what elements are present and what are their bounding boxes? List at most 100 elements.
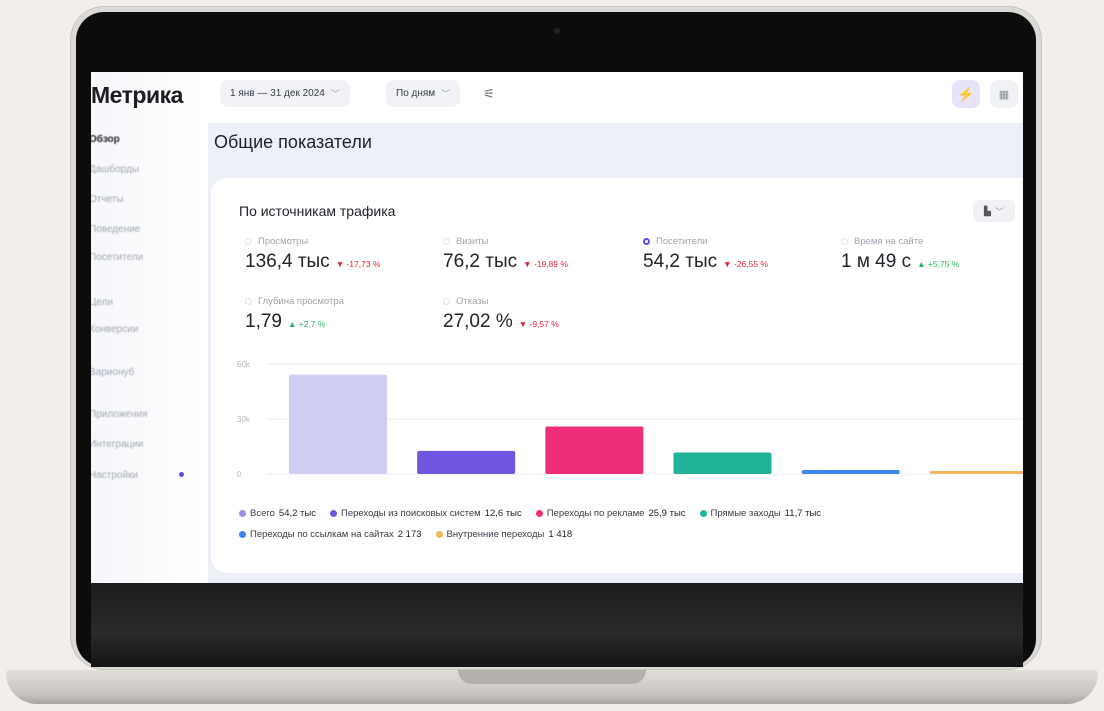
traffic-bar-chart: 60k 30k 0 xyxy=(237,360,1023,479)
main-content: Общие показатели По источникам трафика ▙… xyxy=(208,123,1023,583)
sidebar-item-settings[interactable]: Настройки xyxy=(91,470,138,481)
metric-delta: ▼ -17,73 % xyxy=(335,259,381,269)
metric-value: 54,2 тыс xyxy=(643,251,718,272)
laptop-notch xyxy=(458,670,646,684)
metric-delta: ▼ -26,55 % xyxy=(723,259,768,269)
metric-time-on-site[interactable]: Время на сайте 1 м 49 с ▲ +5,75 % xyxy=(841,236,959,273)
metric-label: Просмотры xyxy=(258,236,309,247)
metric-value: 136,4 тыс xyxy=(245,251,330,272)
sidebar: Метрика Обзор Дашборды Отчеты Поведение … xyxy=(91,72,208,583)
legend-label: Переходы из поисковых систем xyxy=(340,508,481,519)
metric-label: Посетители xyxy=(656,236,708,247)
sidebar-item-reports[interactable]: Отчеты xyxy=(91,194,124,205)
legend-item[interactable]: Переходы по рекламе 25,9 тыс xyxy=(535,508,686,519)
metric-label: Время на сайте xyxy=(854,236,924,247)
app-screen: Метрика Обзор Дашборды Отчеты Поведение … xyxy=(91,72,1023,583)
metric-radio[interactable] xyxy=(443,298,450,305)
legend-label: Прямые заходы xyxy=(710,508,781,519)
legend-dot xyxy=(535,510,543,517)
metric-delta: ▼ -19,89 % xyxy=(523,259,568,269)
legend-dot xyxy=(239,531,246,538)
legend-item[interactable]: Всего 54,2 тыс xyxy=(239,508,316,519)
sidebar-item-goals[interactable]: Цели xyxy=(91,297,113,308)
chevron-down-icon: ﹀ xyxy=(994,206,1004,217)
metric-page-depth[interactable]: Глубина просмотра 1,79 ▲ +2,7 % xyxy=(245,296,344,333)
chart-legend: Всего 54,2 тыс Переходы из поисковых систе… xyxy=(239,508,1019,550)
metric-bounce-rate[interactable]: Отказы 27,02 % ▼ -9,57 % xyxy=(443,296,559,333)
date-range-picker[interactable]: 1 янв — 31 дек 2024 ﹀ xyxy=(220,80,350,107)
metric-radio[interactable] xyxy=(443,238,450,245)
metric-radio[interactable] xyxy=(245,238,252,245)
y-tick-label: 60k xyxy=(237,360,251,369)
legend-item[interactable]: Внутренние переходы 1 418 xyxy=(435,529,573,540)
chevron-down-icon: ﹀ xyxy=(441,89,451,99)
screen-lower-band xyxy=(91,583,1023,667)
metric-pageviews[interactable]: Просмотры 136,4 тыс ▼ -17,73 % xyxy=(245,236,380,273)
metric-value: 76,2 тыс xyxy=(443,251,518,272)
sidebar-item-behavior[interactable]: Поведение xyxy=(91,224,140,235)
legend-value: 25,9 тыс xyxy=(648,508,686,519)
y-tick-label: 0 xyxy=(237,470,242,479)
date-range-label: 1 янв — 31 дек 2024 xyxy=(230,88,325,99)
sliders-icon[interactable]: ⚟ xyxy=(478,80,500,107)
metric-visitors[interactable]: Посетители 54,2 тыс ▼ -26,55 % xyxy=(643,236,768,273)
chart-type-button[interactable]: ▙ ﹀ xyxy=(973,200,1015,222)
metric-delta: ▲ +2,7 % xyxy=(287,319,326,329)
metric-label: Отказы xyxy=(456,296,489,307)
page-title: Общие показатели xyxy=(214,132,372,152)
top-bar: 1 янв — 31 дек 2024 ﹀ По дням ﹀ ⚟ ⚡ ▦ xyxy=(208,72,1023,123)
metric-value: 1 м 49 с xyxy=(841,251,912,272)
bar-chart-icon: ▙ xyxy=(984,205,991,216)
chart-bar[interactable] xyxy=(673,452,772,474)
legend-value: 54,2 тыс xyxy=(278,508,316,519)
sidebar-item-overview[interactable]: Обзор xyxy=(91,134,120,145)
grid-icon[interactable]: ▦ xyxy=(990,80,1018,108)
metric-delta: ▼ -9,57 % xyxy=(518,319,559,329)
chart-bar[interactable] xyxy=(289,374,387,474)
legend-label: Переходы по ссылкам на сайтах xyxy=(250,529,394,540)
card-title: По источникам трафика xyxy=(239,203,396,219)
legend-dot xyxy=(329,510,337,517)
camera-icon xyxy=(554,28,560,34)
chevron-down-icon: ﹀ xyxy=(330,89,340,99)
sidebar-item-integrations[interactable]: Интеграции xyxy=(91,439,143,450)
chart-bar[interactable] xyxy=(545,426,644,474)
metric-radio[interactable] xyxy=(245,298,252,305)
metric-label: Глубина просмотра xyxy=(258,296,344,307)
chart-bar[interactable] xyxy=(929,471,1023,474)
legend-value: 2 173 xyxy=(397,529,422,540)
legend-value: 11,7 тыс xyxy=(784,508,822,519)
legend-dot xyxy=(435,531,443,538)
legend-item[interactable]: Переходы по ссылкам на сайтах 2 173 xyxy=(239,529,422,540)
chart-bar[interactable] xyxy=(417,450,516,474)
legend-value: 1 418 xyxy=(548,529,573,540)
grouping-select[interactable]: По дням ﹀ xyxy=(386,80,461,107)
sidebar-item-dashboards[interactable]: Дашборды xyxy=(91,164,139,175)
app-logo[interactable]: Метрика xyxy=(91,82,183,109)
metric-delta: ▲ +5,75 % xyxy=(917,259,960,269)
legend-dot xyxy=(239,510,246,517)
sidebar-item-apps[interactable]: Приложения xyxy=(91,409,148,420)
grouping-label: По дням xyxy=(396,88,436,99)
sidebar-item-conversions[interactable]: Конверсии xyxy=(91,324,138,335)
legend-dot xyxy=(699,510,707,517)
legend-label: Всего xyxy=(250,508,275,519)
traffic-sources-card: По источникам трафика ▙ ﹀ Просмотры 136,… xyxy=(211,178,1023,573)
legend-label: Переходы по рекламе xyxy=(546,508,645,519)
metric-visits[interactable]: Визиты 76,2 тыс ▼ -19,89 % xyxy=(443,236,568,273)
legend-label: Внутренние переходы xyxy=(446,529,545,540)
metric-label: Визиты xyxy=(456,236,489,247)
lightning-icon[interactable]: ⚡ xyxy=(952,80,980,108)
metric-value: 1,79 xyxy=(245,311,282,332)
notification-dot xyxy=(179,472,184,477)
legend-item[interactable]: Прямые заходы 11,7 тыс xyxy=(699,508,822,519)
metric-radio-selected[interactable] xyxy=(643,238,650,245)
metric-value: 27,02 % xyxy=(443,311,513,332)
sidebar-item-varioqub[interactable]: Варионуб xyxy=(91,367,134,378)
legend-item[interactable]: Переходы из поисковых систем 12,6 тыс xyxy=(329,508,522,519)
metric-radio[interactable] xyxy=(841,238,848,245)
legend-value: 12,6 тыс xyxy=(484,508,522,519)
y-tick-label: 30k xyxy=(237,415,251,424)
sidebar-item-visitors[interactable]: Посетители xyxy=(91,252,143,263)
chart-bar[interactable] xyxy=(801,470,900,474)
